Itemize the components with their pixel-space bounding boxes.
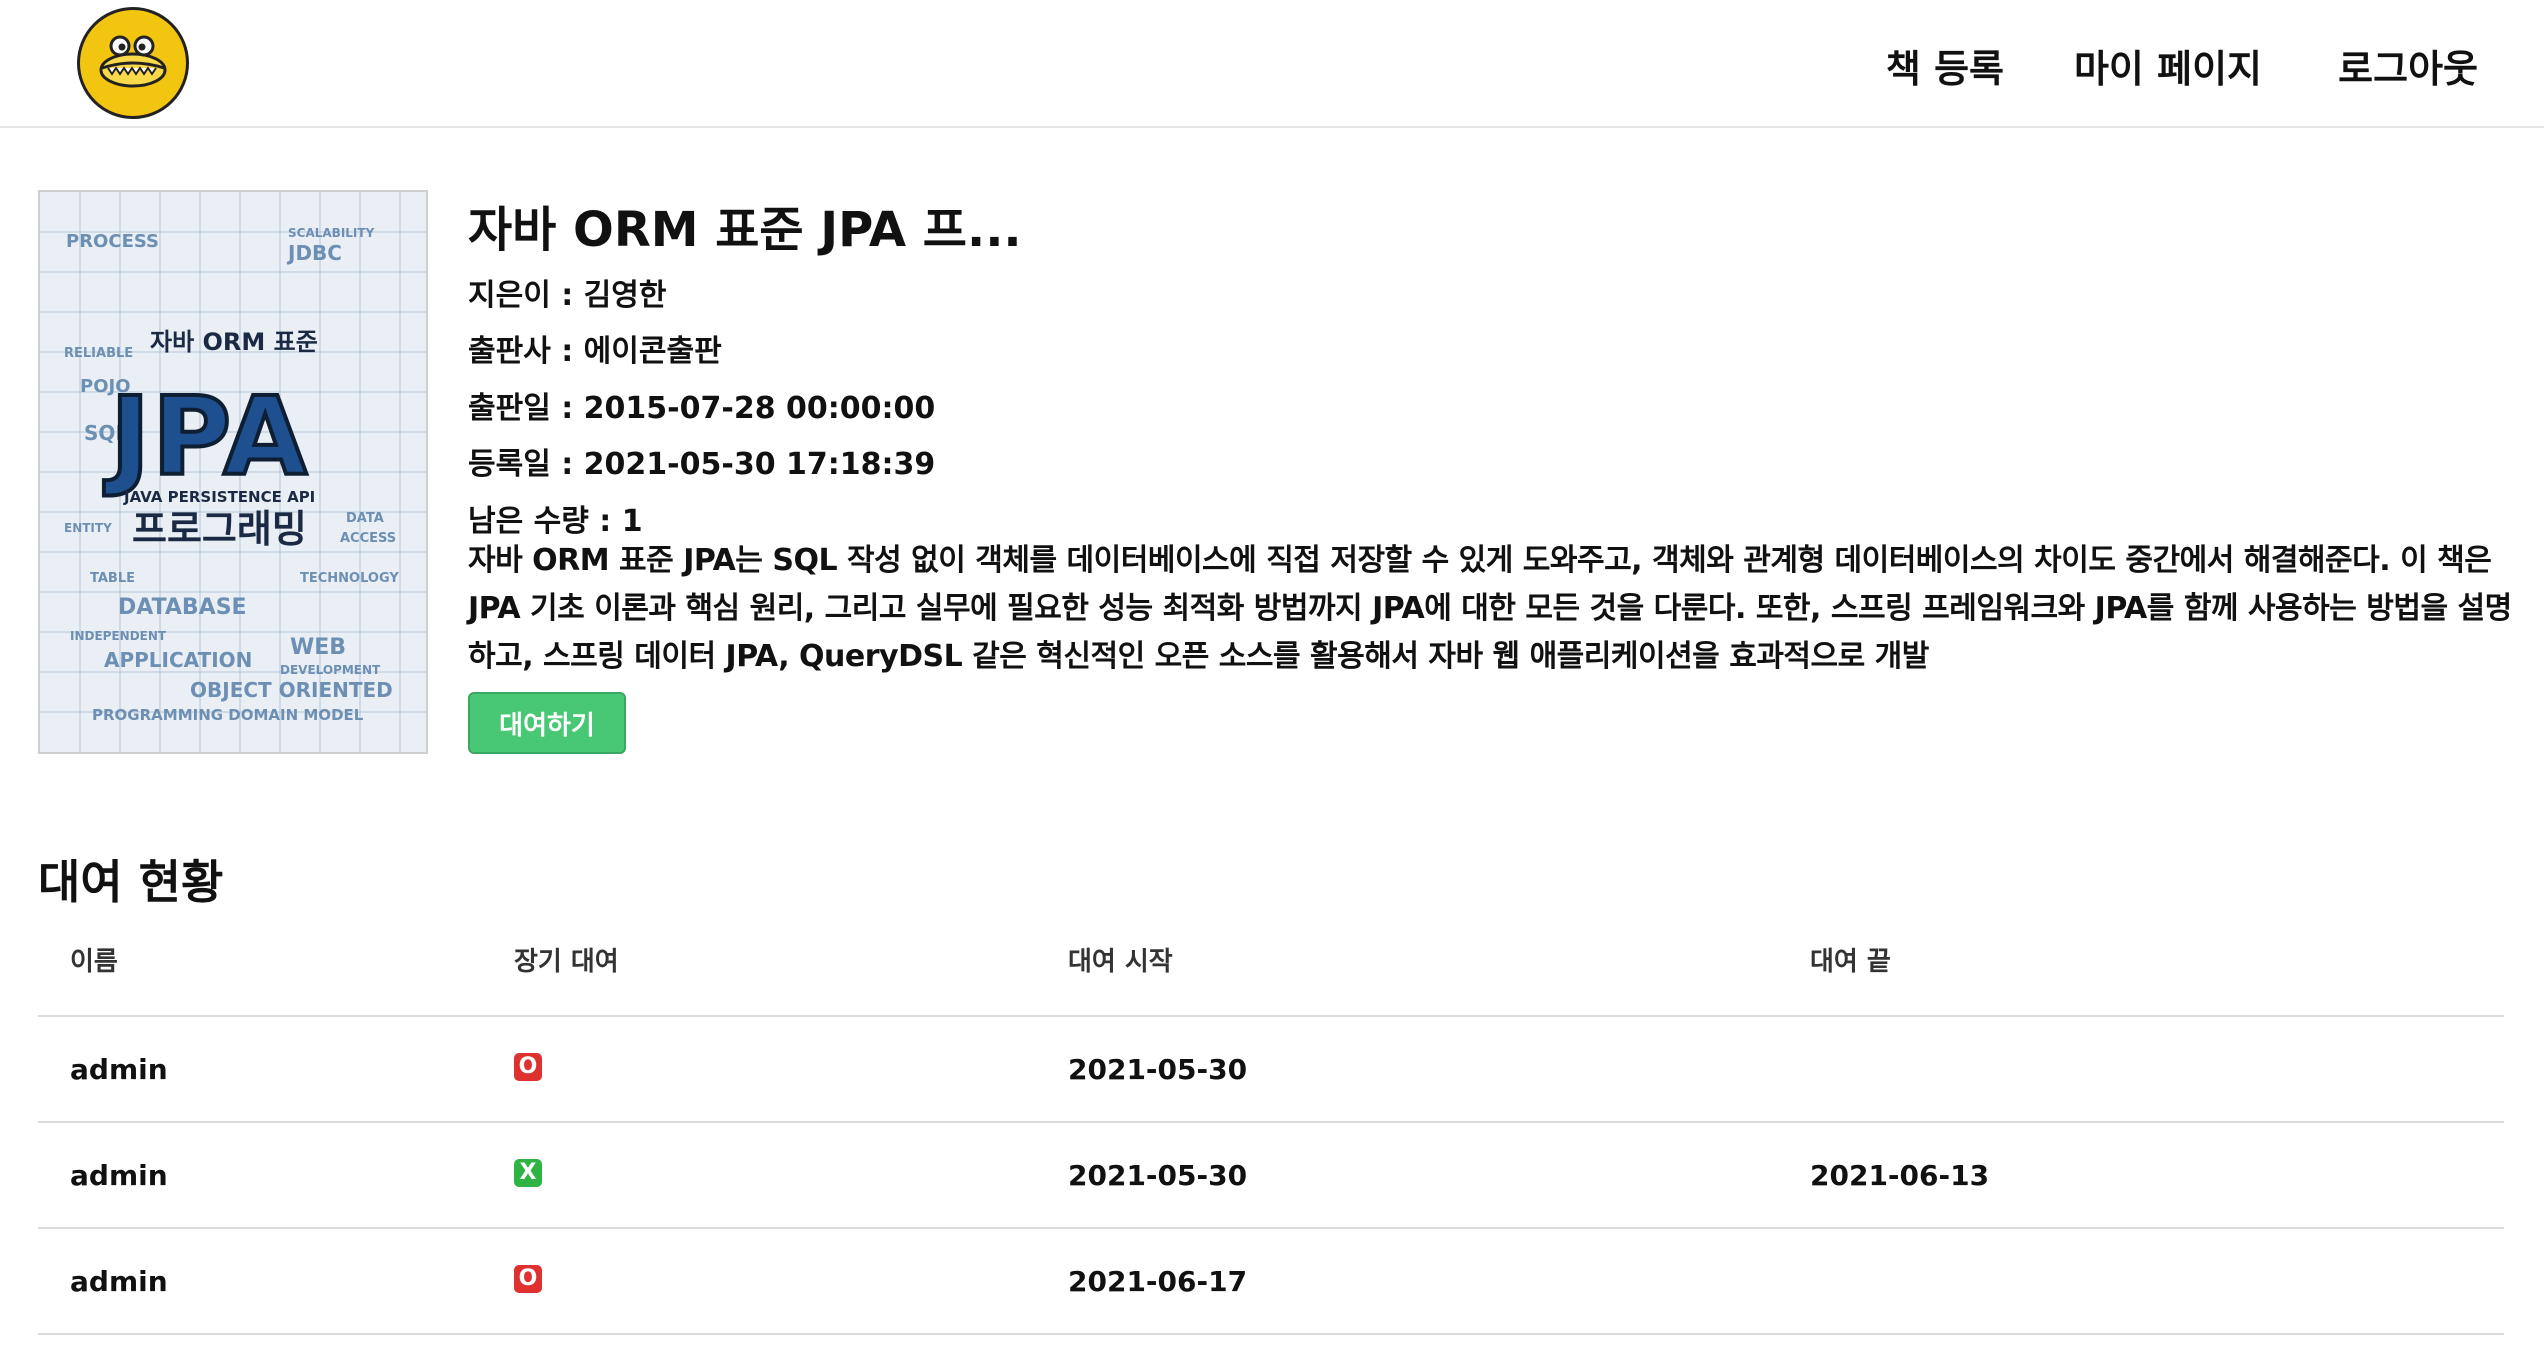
navbar: 책 등록 마이 페이지 로그아웃: [0, 0, 2544, 128]
svg-text:JAVA PERSISTENCE API: JAVA PERSISTENCE API: [123, 488, 315, 506]
rental-user-name: admin: [70, 1159, 168, 1192]
svg-text:DEVELOPMENT: DEVELOPMENT: [280, 663, 381, 677]
nav-my-page[interactable]: 마이 페이지: [2074, 38, 2262, 93]
book-detail: PROCESS SCALABILITY JDBC RELIABLE POJO S…: [38, 190, 2512, 760]
column-end: 대여 끝: [1810, 947, 1891, 977]
book-cover-image: PROCESS SCALABILITY JDBC RELIABLE POJO S…: [38, 190, 428, 754]
book-published-date: 출판일 : 2015-07-28 00:00:00: [468, 391, 936, 426]
nav-logout[interactable]: 로그아웃: [2338, 38, 2478, 93]
svg-text:APPLICATION: APPLICATION: [104, 648, 252, 672]
long-term-o-icon: O: [514, 1053, 542, 1081]
rental-start-date: 2021-05-30: [1068, 1053, 1248, 1086]
column-name: 이름: [70, 947, 118, 977]
long-term-x-icon: X: [514, 1159, 542, 1187]
book-description: 자바 ORM 표준 JPA는 SQL 작성 없이 객체를 데이터베이스에 직접 …: [468, 543, 2512, 674]
svg-text:JPA: JPA: [103, 375, 309, 500]
column-start: 대여 시작: [1068, 947, 1173, 977]
rental-start-date: 2021-06-17: [1068, 1265, 1248, 1298]
table-row: admin O 2021-06-17: [38, 1229, 2504, 1335]
svg-text:자바 ORM 표준: 자바 ORM 표준: [150, 328, 318, 356]
svg-text:JDBC: JDBC: [286, 241, 342, 265]
svg-text:INDEPENDENT: INDEPENDENT: [70, 629, 167, 643]
svg-text:DATABASE: DATABASE: [118, 595, 247, 620]
column-long-term: 장기 대여: [514, 947, 619, 977]
long-term-o-icon: O: [514, 1265, 542, 1293]
crocodile-logo-icon[interactable]: [77, 7, 189, 119]
book-publisher: 출판사 : 에이콘출판: [468, 334, 722, 369]
svg-text:ENTITY: ENTITY: [64, 521, 112, 535]
svg-text:DATA: DATA: [346, 511, 384, 526]
svg-text:RELIABLE: RELIABLE: [64, 346, 133, 361]
book-author: 지은이 : 김영한: [468, 278, 667, 313]
table-header: 이름 장기 대여 대여 시작 대여 끝: [38, 915, 2504, 1017]
svg-text:ACCESS: ACCESS: [340, 531, 396, 546]
svg-text:프로그래밍: 프로그래밍: [132, 507, 307, 551]
rental-start-date: 2021-05-30: [1068, 1159, 1248, 1192]
rental-user-name: admin: [70, 1265, 168, 1298]
rental-status-title: 대여 현황: [38, 855, 224, 909]
svg-text:TECHNOLOGY: TECHNOLOGY: [300, 571, 399, 586]
svg-text:SCALABILITY: SCALABILITY: [288, 226, 375, 240]
svg-text:TABLE: TABLE: [90, 571, 135, 586]
svg-text:WEB: WEB: [290, 635, 346, 660]
book-remaining-quantity: 남은 수량 : 1: [468, 504, 643, 539]
svg-text:OBJECT ORIENTED: OBJECT ORIENTED: [190, 678, 393, 702]
book-registered-date: 등록일 : 2021-05-30 17:18:39: [468, 447, 936, 482]
table-row: admin X 2021-05-30 2021-06-13: [38, 1123, 2504, 1229]
book-title: 자바 ORM 표준 JPA 프...: [468, 202, 1022, 258]
svg-text:PROCESS: PROCESS: [66, 231, 159, 252]
rent-button[interactable]: 대여하기: [468, 692, 626, 754]
rental-end-date: 2021-06-13: [1810, 1159, 1990, 1192]
svg-text:PROGRAMMING DOMAIN MODEL: PROGRAMMING DOMAIN MODEL: [92, 706, 364, 724]
rental-user-name: admin: [70, 1053, 168, 1086]
nav-register-book[interactable]: 책 등록: [1886, 38, 2004, 93]
table-row: admin O 2021-05-30: [38, 1017, 2504, 1123]
